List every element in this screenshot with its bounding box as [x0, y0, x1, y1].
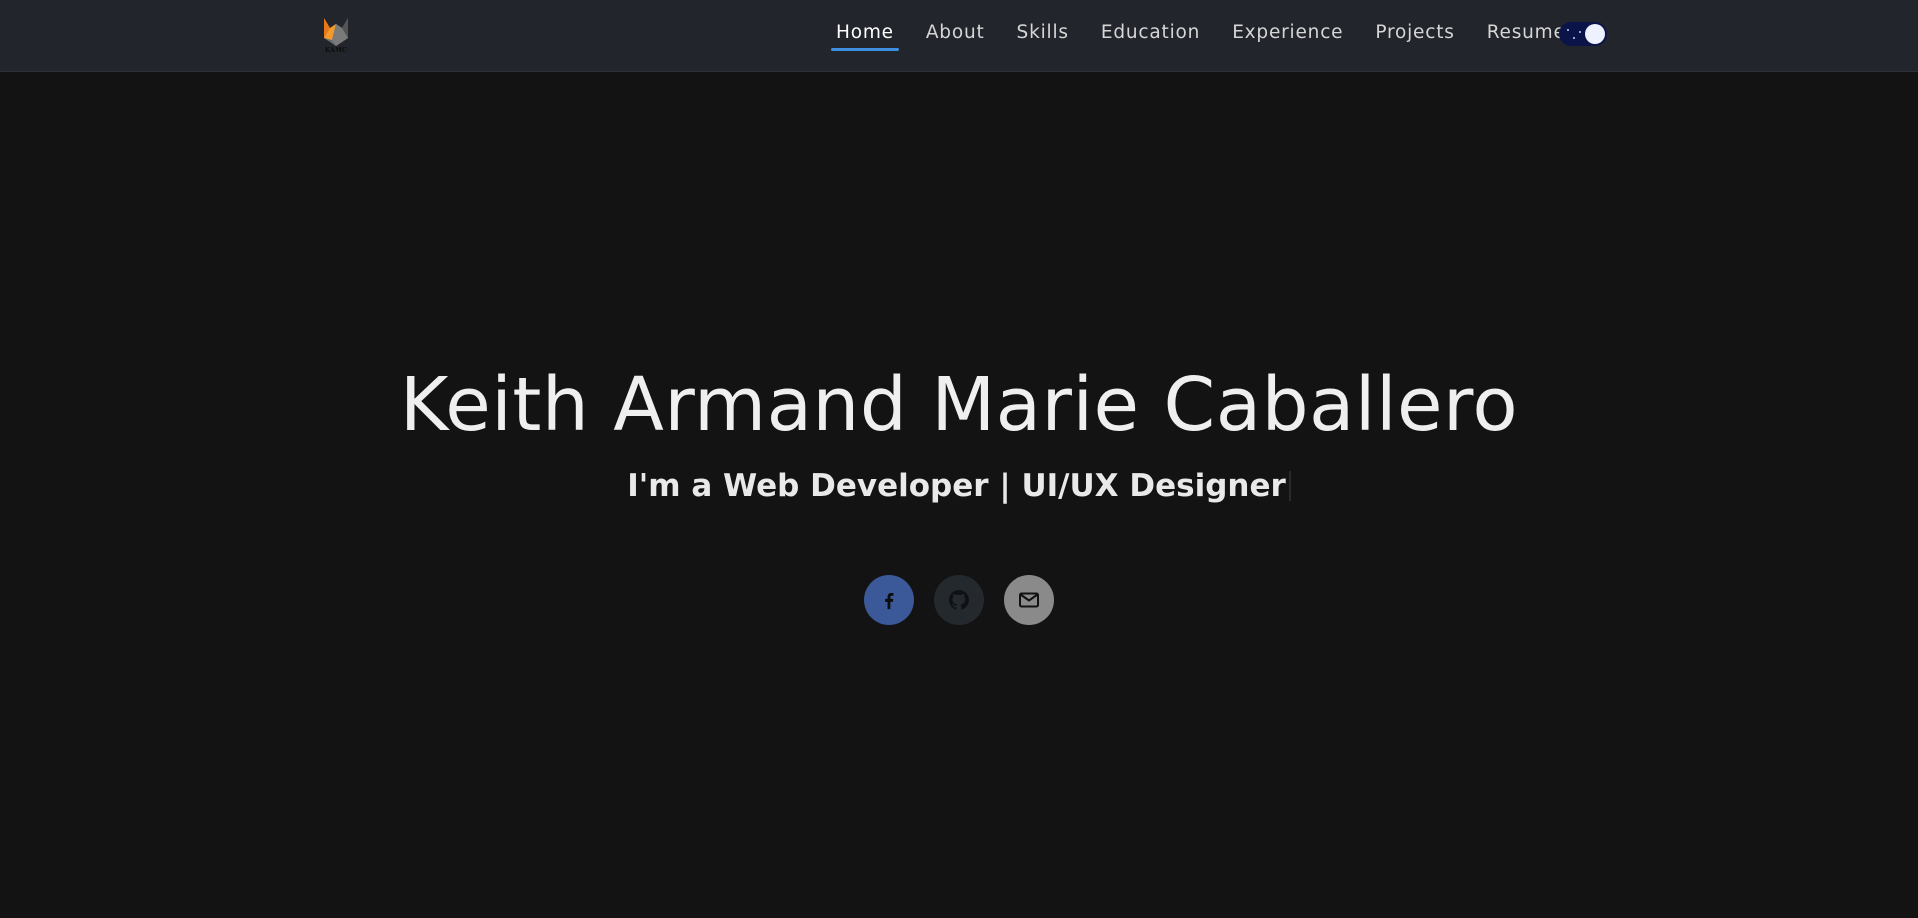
dark-mode-toggle[interactable] [1559, 22, 1607, 46]
navbar: KAMC Home About Skills Education Experie… [0, 0, 1918, 72]
typing-cursor [1288, 471, 1291, 501]
nav-item-home[interactable]: Home [831, 23, 899, 51]
social-links [864, 575, 1054, 625]
facebook-button[interactable] [864, 575, 914, 625]
nav-item-about[interactable]: About [922, 23, 989, 43]
star-icon [1573, 37, 1575, 39]
star-icon [1579, 31, 1581, 33]
nav-links: Home About Skills Education Experience P… [820, 0, 1582, 66]
github-button[interactable] [934, 575, 984, 625]
hero-subtitle: I'm a Web Developer | UI/UX Designer [0, 471, 1918, 502]
hero-name: Keith Armand Marie Caballero [399, 362, 1519, 448]
star-icon [1567, 29, 1569, 31]
logo-text: KAMC [324, 47, 348, 54]
nav-item-skills[interactable]: Skills [1013, 23, 1073, 43]
nav-item-projects[interactable]: Projects [1371, 23, 1458, 43]
fox-logo-icon[interactable]: KAMC [318, 14, 354, 56]
subtitle-prefix: I'm a [627, 468, 724, 504]
mail-button[interactable] [1004, 575, 1054, 625]
nav-item-resume[interactable]: Resume [1483, 23, 1570, 43]
nav-item-experience[interactable]: Experience [1228, 23, 1347, 43]
mail-icon [1019, 592, 1039, 608]
facebook-icon [885, 592, 894, 610]
github-icon [949, 590, 969, 610]
nav-item-education[interactable]: Education [1097, 23, 1204, 43]
subtitle-roles: Web Developer | UI/UX Designer [723, 468, 1286, 504]
toggle-knob [1585, 24, 1605, 44]
